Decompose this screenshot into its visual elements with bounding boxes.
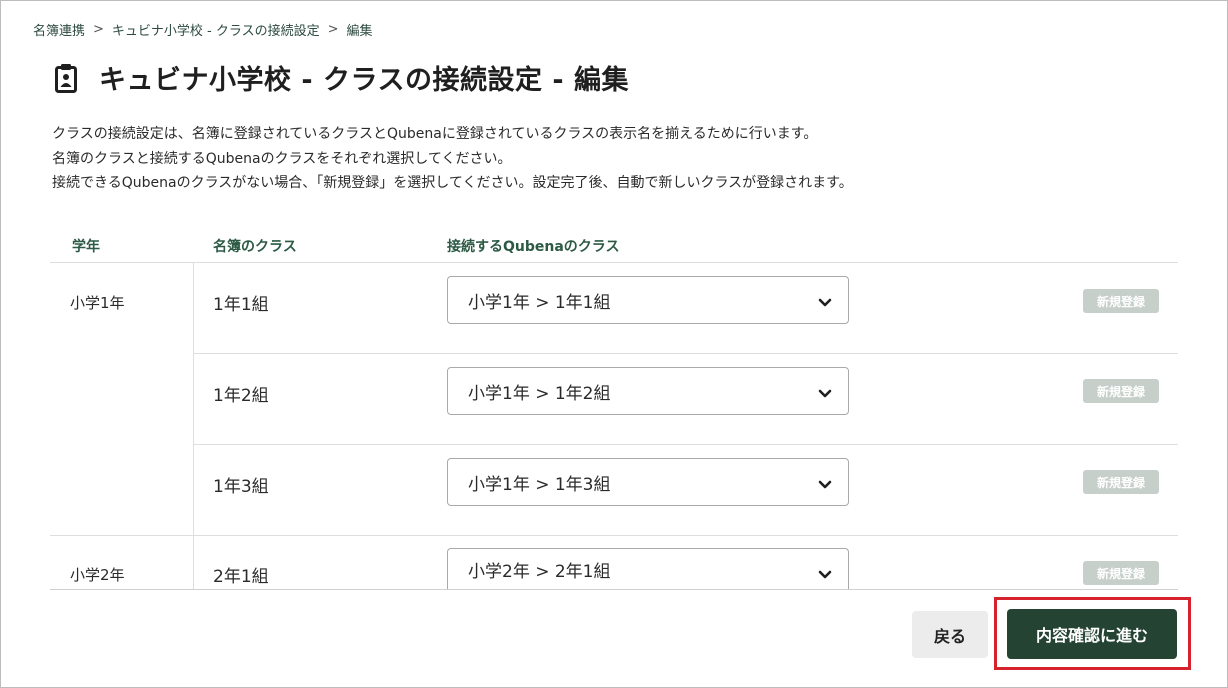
select-value: 小学1年 > 1年3組 — [468, 474, 611, 495]
breadcrumb-separator: > — [327, 22, 339, 37]
roster-class-label: 1年2組 — [213, 386, 269, 406]
divider — [193, 353, 1178, 354]
chevron-down-icon — [818, 476, 832, 489]
breadcrumb: 名簿連携 > キュビナ小学校 - クラスの接続設定 > 編集 — [33, 20, 373, 39]
divider — [193, 263, 194, 589]
description-line: 名簿のクラスと接続するQubenaのクラスをそれぞれ選択してください。 — [52, 150, 512, 167]
page-header: キュビナ小学校 - クラスの接続設定 - 編集 — [55, 58, 629, 97]
breadcrumb-item-class-settings[interactable]: キュビナ小学校 - クラスの接続設定 — [112, 20, 320, 39]
back-button[interactable]: 戻る — [912, 611, 988, 658]
clipboard-badge-icon — [55, 63, 77, 93]
description-line: クラスの接続設定は、名簿に登録されているクラスとQubenaに登録されているクラ… — [52, 126, 818, 142]
qubena-class-select[interactable]: 小学1年 > 1年1組 — [447, 276, 849, 324]
select-value: 小学1年 > 1年1組 — [468, 292, 611, 313]
new-register-button[interactable]: 新規登録 — [1083, 470, 1159, 494]
footer-divider — [50, 589, 1178, 590]
select-value: 小学1年 > 1年2組 — [468, 383, 611, 404]
breadcrumb-item-edit: 編集 — [346, 24, 373, 39]
new-register-button[interactable]: 新規登録 — [1083, 561, 1159, 585]
roster-class-label: 2年1組 — [213, 567, 269, 587]
qubena-class-select[interactable]: 小学1年 > 1年2組 — [447, 367, 849, 415]
chevron-down-icon — [818, 566, 832, 579]
description: クラスの接続設定は、名簿に登録されているクラスとQubenaに登録されているクラ… — [52, 122, 853, 196]
column-header-roster-class: 名簿のクラス — [213, 239, 297, 255]
select-value: 小学2年 > 2年1組 — [468, 561, 611, 582]
description-line: 接続できるQubenaのクラスがない場合、「新規登録」を選択してください。設定完… — [52, 175, 853, 191]
qubena-class-select[interactable]: 小学2年 > 2年1組 — [447, 548, 849, 589]
new-register-button[interactable]: 新規登録 — [1083, 289, 1159, 313]
divider — [50, 262, 1178, 263]
page-title: キュビナ小学校 - クラスの接続設定 - 編集 — [99, 65, 629, 96]
new-register-button[interactable]: 新規登録 — [1083, 379, 1159, 403]
breadcrumb-item-roster[interactable]: 名簿連携 — [33, 20, 85, 39]
qubena-class-select[interactable]: 小学1年 > 1年3組 — [447, 458, 849, 506]
grade-label: 小学1年 — [70, 294, 125, 312]
breadcrumb-separator: > — [93, 22, 104, 37]
divider — [193, 444, 1178, 445]
chevron-down-icon — [818, 294, 832, 307]
chevron-down-icon — [818, 385, 832, 398]
roster-class-label: 1年3組 — [213, 477, 269, 497]
grade-label: 小学2年 — [70, 566, 125, 584]
roster-class-label: 1年1組 — [213, 295, 269, 315]
column-header-grade: 学年 — [72, 239, 100, 255]
proceed-to-confirm-button[interactable]: 内容確認に進む — [1007, 609, 1177, 659]
column-header-qubena-class: 接続するQubenaのクラス — [447, 239, 620, 255]
divider — [50, 535, 1178, 536]
